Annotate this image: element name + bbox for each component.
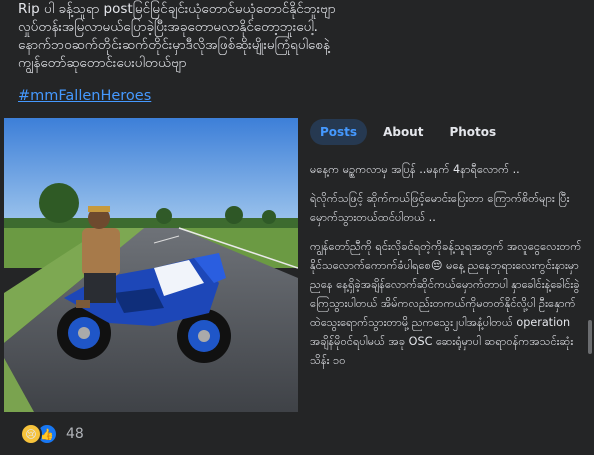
reaction-count[interactable]: 48 [66,426,84,442]
sad-icon: 😢 [20,423,42,445]
post-text: မနေ့က မဥ္စကလာမှ အပြန် ..မနက် 4နာရီလောက် … [310,160,582,412]
tab-about[interactable]: About [373,119,433,145]
reaction-summary[interactable]: 😢 👍 48 [20,423,84,445]
caption-line: လှုပ်တန်းအမြလာမယ်ပြောခဲ့ပြီးအခုတောမလာနို… [18,19,318,35]
tab-posts[interactable]: Posts [310,119,368,145]
caption-line: Rip ပါ ခန့်သူရာ postမြင်မြင်ချင်းယုံတောင… [18,1,336,17]
post-paragraph: ရဲလိုက်သဖြင့် ဆိုက်ကယ်ဖြင့်မောင်းပြေးတာ … [310,192,570,224]
post-paragraph: မနေ့က မဥ္စကလာမှ အပြန် ..မနက် 4နာရီလောက် … [310,163,520,176]
caption-line: ကျွန်တော်ဆုတောင်းပေးပါတယ်ဗျာ [18,55,187,71]
post-footer [0,412,594,455]
post-photo[interactable] [4,118,298,412]
motorcycle-photo [4,118,298,412]
post-caption: Rip ပါ ခန့်သူရာ postမြင်မြင်ချင်းယုံတောင… [18,0,578,72]
post-paragraph: ကျွန်တော်ညီကို ရင်းလိုခင်ရတဲ့ကိုခန့်သူရအ… [310,240,582,367]
profile-tabs: Posts About Photos [310,118,506,146]
hashtag-link[interactable]: #mmFallenHeroes [18,88,151,104]
caption-line: နောက်ဘဝဆက်တိုင်းဆက်တိုင်းမှာဒီလိုအဖြစ်ဆိ… [18,37,330,53]
tab-photos[interactable]: Photos [439,119,506,145]
scrollbar[interactable] [588,320,592,354]
